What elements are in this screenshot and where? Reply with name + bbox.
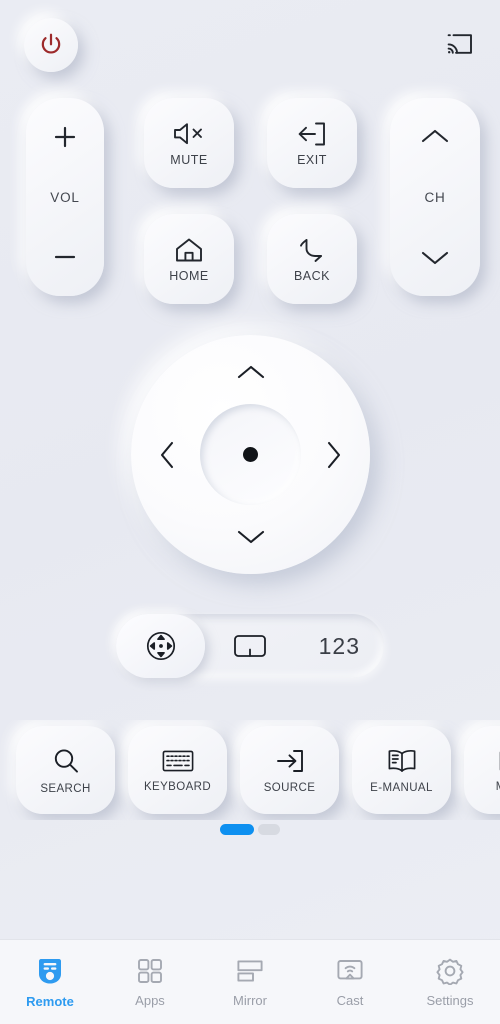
nav-label: Mirror (233, 992, 267, 1008)
mute-button[interactable]: MUTE (144, 98, 234, 188)
volume-down-button[interactable] (49, 240, 81, 274)
search-icon (51, 746, 81, 776)
page-dot-active[interactable] (220, 824, 254, 835)
mode-dpad-option[interactable] (116, 614, 206, 678)
nav-item-remote[interactable]: Remote (0, 940, 100, 1024)
chevron-up-icon (234, 362, 268, 384)
bottom-navigation: Remote Apps Mirror Cast Settings (0, 939, 500, 1024)
shortcut-source[interactable]: SOURCE (240, 726, 339, 814)
remote-app-screen: VOL MUTE EXIT HOME BACK CH 123 SEARCH KE… (0, 0, 500, 1024)
speaker-mute-icon (172, 119, 206, 149)
shortcut-menu[interactable]: MENU (464, 726, 500, 814)
shortcut-keyboard[interactable]: KEYBOARD (128, 726, 227, 814)
plus-icon (49, 121, 81, 153)
shortcut-label: E-MANUAL (370, 781, 433, 794)
top-bar (0, 0, 500, 92)
back-label: BACK (293, 269, 331, 283)
channel-rocker[interactable]: CH (390, 98, 480, 296)
chevron-left-icon (157, 438, 179, 472)
chevron-up-icon (418, 126, 452, 148)
volume-label: VOL (50, 189, 80, 205)
nav-label: Cast (336, 992, 364, 1008)
nav-item-mirror[interactable]: Mirror (200, 940, 300, 1024)
exit-icon (296, 119, 328, 149)
volume-up-button[interactable] (49, 120, 81, 154)
dpad-left-button[interactable] (148, 435, 188, 475)
dpad-right-button[interactable] (313, 435, 353, 475)
dpad-mode-icon (144, 629, 178, 663)
cast-icon (446, 32, 474, 56)
nav-item-cast[interactable]: Cast (300, 940, 400, 1024)
dpad-down-button[interactable] (231, 516, 271, 556)
channel-up-button[interactable] (418, 120, 452, 154)
keyboard-icon (161, 748, 195, 774)
nav-label: Apps (135, 992, 165, 1008)
screen-mirror-icon (235, 957, 265, 985)
mode-numpad-option[interactable]: 123 (295, 614, 384, 678)
shortcut-label: SOURCE (263, 781, 316, 794)
shortcut-row[interactable]: SEARCH KEYBOARD SOURCE E-MANUAL (0, 720, 500, 820)
nav-label: Settings (426, 992, 474, 1008)
power-icon (37, 31, 65, 59)
nav-item-apps[interactable]: Apps (100, 940, 200, 1024)
shortcut-e-manual[interactable]: E-MANUAL (352, 726, 451, 814)
channel-down-button[interactable] (418, 240, 452, 274)
source-input-icon (275, 747, 305, 775)
dpad-ok-button[interactable] (200, 404, 301, 505)
page-indicator (0, 824, 500, 835)
primary-controls-row: VOL MUTE EXIT HOME BACK CH (0, 96, 500, 304)
chevron-down-icon (234, 525, 268, 547)
page-dot[interactable] (258, 824, 280, 835)
back-arrow-icon (296, 235, 328, 265)
minus-icon (49, 241, 81, 273)
channel-label: CH (424, 189, 446, 205)
dpad-up-button[interactable] (231, 353, 271, 393)
cast-button[interactable] (438, 22, 482, 66)
shortcut-search[interactable]: SEARCH (16, 726, 115, 814)
ok-dot-icon (243, 447, 258, 462)
book-icon (386, 747, 418, 775)
back-button[interactable]: BACK (267, 214, 357, 304)
nav-label: Remote (26, 993, 74, 1009)
apps-grid-icon (136, 957, 164, 985)
power-button[interactable] (24, 18, 78, 72)
numpad-label: 123 (318, 632, 360, 659)
chevron-right-icon (322, 438, 344, 472)
input-mode-switch: 123 (116, 614, 384, 678)
touchpad-icon (232, 632, 268, 660)
gear-icon (436, 957, 464, 985)
home-icon (173, 235, 205, 265)
home-button[interactable]: HOME (144, 214, 234, 304)
mute-label: MUTE (170, 153, 208, 167)
remote-icon (37, 956, 63, 986)
shortcut-label: KEYBOARD (143, 780, 212, 793)
cast-screen-icon (335, 957, 365, 985)
shortcut-label: MENU (496, 781, 500, 793)
dpad (131, 335, 370, 574)
nav-item-settings[interactable]: Settings (400, 940, 500, 1024)
mode-touchpad-option[interactable] (205, 614, 294, 678)
volume-rocker[interactable]: VOL (26, 98, 104, 296)
exit-label: EXIT (297, 153, 327, 167)
chevron-down-icon (418, 246, 452, 268)
shortcut-label: SEARCH (40, 782, 91, 795)
exit-button[interactable]: EXIT (267, 98, 357, 188)
home-label: HOME (169, 269, 209, 283)
